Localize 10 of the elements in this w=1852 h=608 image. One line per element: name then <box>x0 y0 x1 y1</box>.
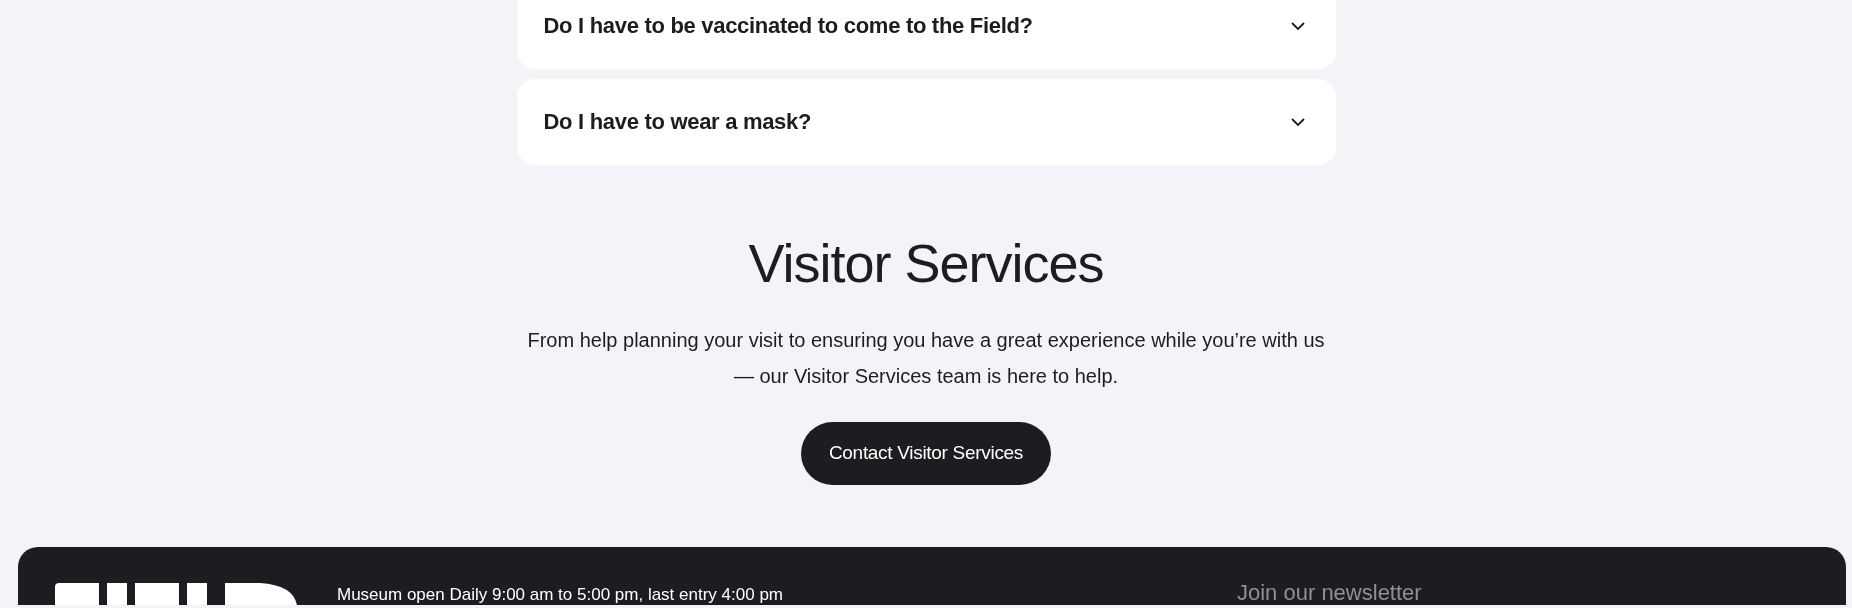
faq-item[interactable]: Do I have to wear a mask? <box>516 79 1336 165</box>
chevron-icon <box>1289 117 1306 127</box>
section-title: Visitor Services <box>748 232 1104 295</box>
opening-hours: Museum open Daily 9:00 am to 5:00 pm, last entry 4:00 pm <box>337 584 784 605</box>
contact-button[interactable]: Contact Visitor Services <box>800 421 1052 485</box>
newsletter-title: Join our newsletter <box>1237 580 1422 605</box>
logo[interactable] <box>55 582 297 605</box>
faq-item[interactable]: Do I have to be vaccinated to come to the Field? <box>516 0 1336 69</box>
chevron-icon <box>1289 21 1306 31</box>
section-text: From help planning your visit to ensuring you have a great experience while you’re with us — our Visitor Services team is here to help. <box>526 327 1326 389</box>
